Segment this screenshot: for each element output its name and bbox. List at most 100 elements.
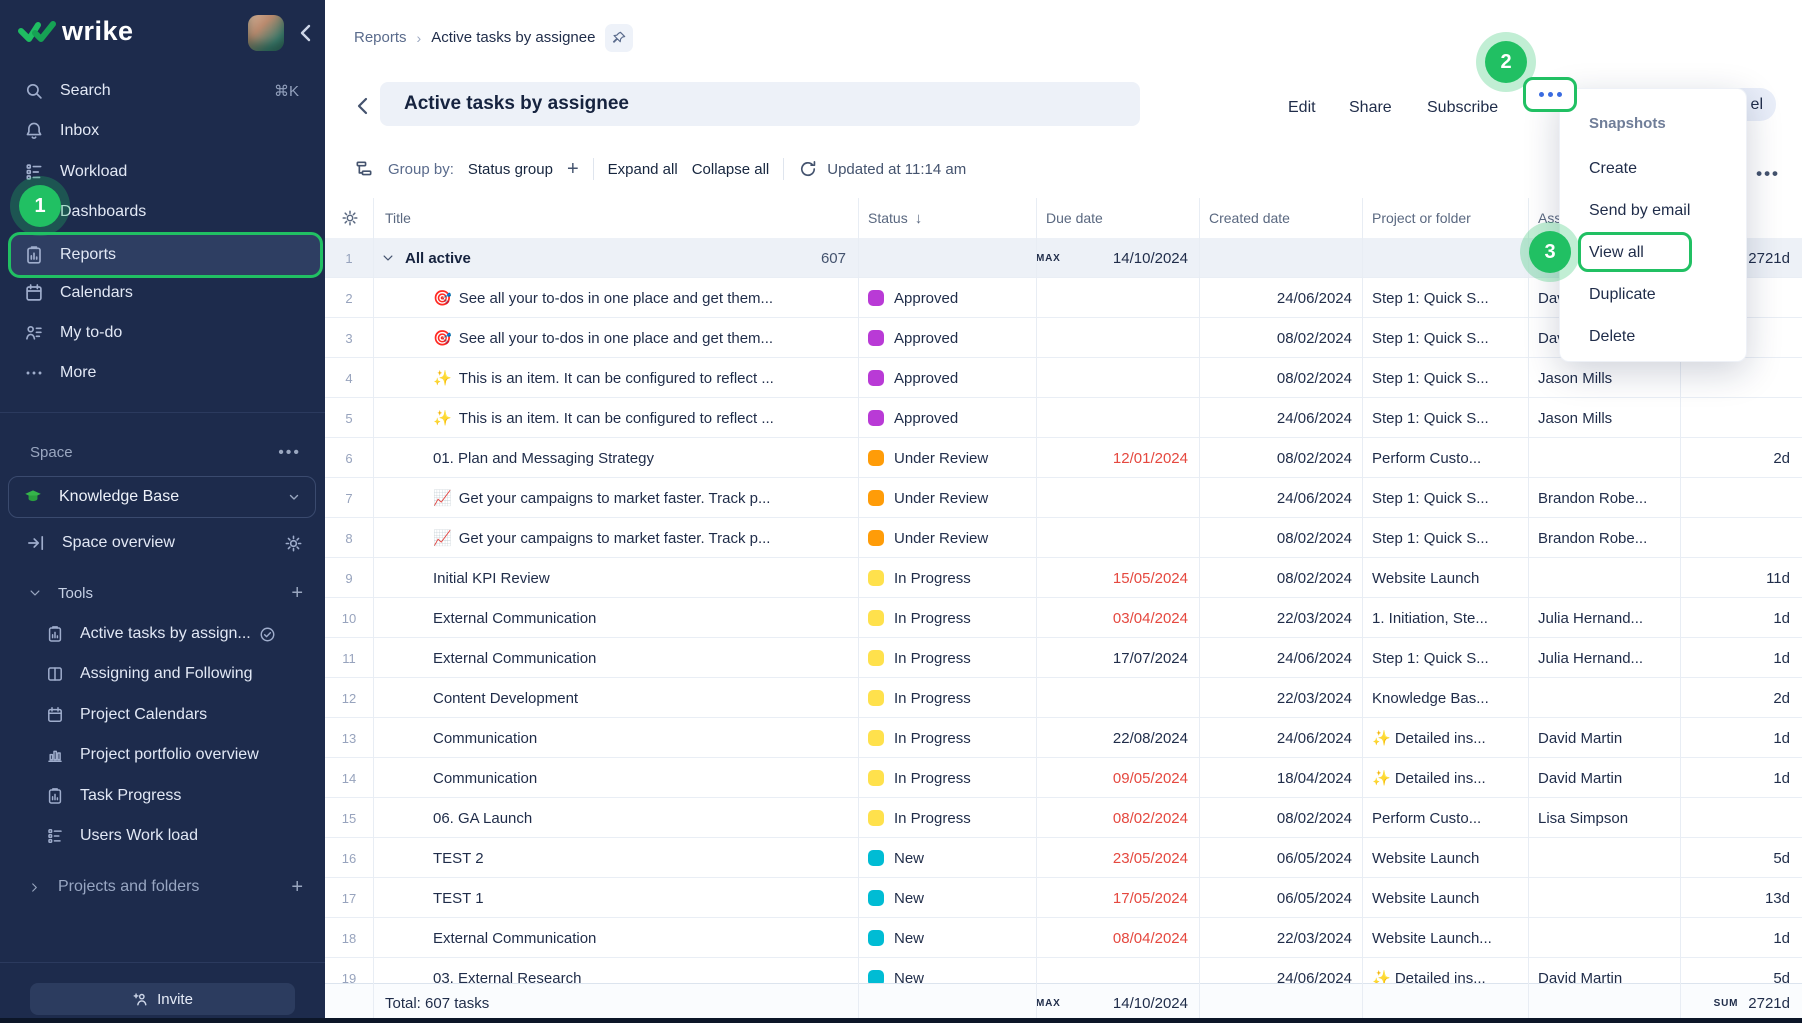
- sidebar-item-search[interactable]: Search⌘K: [8, 71, 317, 111]
- column-header-title[interactable]: Title: [385, 198, 411, 238]
- assignee[interactable]: Julia Hernand...: [1538, 638, 1688, 678]
- column-header-due-date[interactable]: Due date: [1046, 198, 1103, 238]
- assignee[interactable]: Brandon Robe...: [1538, 478, 1688, 518]
- sidebar-tool-active-tasks-by-assign[interactable]: Active tasks by assign...: [46, 614, 325, 654]
- project-or-folder[interactable]: Step 1: Quick S...: [1372, 278, 1538, 318]
- report-more-button[interactable]: [1523, 77, 1577, 112]
- assignee[interactable]: Lisa Simpson: [1538, 798, 1688, 838]
- add-project-plus-icon[interactable]: +: [291, 876, 303, 899]
- pin-icon[interactable]: [605, 24, 633, 52]
- project-or-folder[interactable]: Website Launch: [1372, 838, 1538, 878]
- task-title[interactable]: 01. Plan and Messaging Strategy: [433, 438, 847, 478]
- task-title[interactable]: Communication: [433, 718, 847, 758]
- breadcrumb-reports[interactable]: Reports: [354, 29, 407, 46]
- column-header-project[interactable]: Project or folder: [1372, 198, 1471, 238]
- sidebar-item-calendars[interactable]: Calendars: [8, 273, 317, 313]
- menu-item-create[interactable]: Create: [1560, 153, 1748, 185]
- table-row[interactable]: 1506. GA LaunchIn Progress08/02/202408/0…: [325, 798, 1802, 838]
- task-title[interactable]: 06. GA Launch: [433, 798, 847, 838]
- task-title[interactable]: Communication: [433, 758, 847, 798]
- project-or-folder[interactable]: Step 1: Quick S...: [1372, 318, 1538, 358]
- sidebar-group-tools[interactable]: Tools +: [0, 573, 325, 613]
- table-row[interactable]: 8📈Get your campaigns to market faster. T…: [325, 518, 1802, 558]
- add-grouping-plus-icon[interactable]: +: [567, 158, 579, 181]
- toolbar-overflow-icon[interactable]: •••: [1756, 164, 1780, 184]
- table-row[interactable]: 16TEST 2New23/05/202406/05/2024Website L…: [325, 838, 1802, 878]
- status-cell[interactable]: In Progress: [868, 638, 1031, 678]
- task-title[interactable]: Initial KPI Review: [433, 558, 847, 598]
- task-title[interactable]: 03. External Research: [433, 958, 847, 983]
- status-cell[interactable]: Approved: [868, 318, 1031, 358]
- project-or-folder[interactable]: Knowledge Bas...: [1372, 678, 1538, 718]
- status-cell[interactable]: In Progress: [868, 758, 1031, 798]
- avatar[interactable]: [248, 15, 284, 51]
- project-or-folder[interactable]: Step 1: Quick S...: [1372, 398, 1538, 438]
- status-cell[interactable]: In Progress: [868, 678, 1031, 718]
- sidebar-item-more[interactable]: More: [8, 353, 317, 393]
- task-title[interactable]: TEST 1: [433, 878, 847, 918]
- table-row[interactable]: 5✨This is an item. It can be configured …: [325, 398, 1802, 438]
- project-or-folder[interactable]: Perform Custo...: [1372, 438, 1538, 478]
- table-row[interactable]: 14CommunicationIn Progress09/05/202418/0…: [325, 758, 1802, 798]
- column-header-status[interactable]: Status↓: [868, 198, 922, 238]
- share-button[interactable]: Share: [1349, 75, 1392, 140]
- table-row[interactable]: 7📈Get your campaigns to market faster. T…: [325, 478, 1802, 518]
- project-or-folder[interactable]: ✨ Detailed ins...: [1372, 758, 1538, 798]
- sidebar-tool-task-progress[interactable]: Task Progress: [46, 776, 325, 816]
- status-cell[interactable]: Approved: [868, 398, 1031, 438]
- report-title-input[interactable]: Active tasks by assignee: [380, 82, 1140, 126]
- table-row[interactable]: 11External CommunicationIn Progress17/07…: [325, 638, 1802, 678]
- sidebar-tool-users-work-load[interactable]: Users Work load: [46, 816, 325, 856]
- status-cell[interactable]: In Progress: [868, 598, 1031, 638]
- table-row[interactable]: 9Initial KPI ReviewIn Progress15/05/2024…: [325, 558, 1802, 598]
- status-cell[interactable]: In Progress: [868, 798, 1031, 838]
- project-or-folder[interactable]: Step 1: Quick S...: [1372, 638, 1538, 678]
- status-cell[interactable]: Approved: [868, 358, 1031, 398]
- invite-button[interactable]: Invite: [30, 983, 295, 1015]
- task-title[interactable]: 📈Get your campaigns to market faster. Tr…: [433, 518, 847, 558]
- task-title[interactable]: 🎯See all your to-dos in one place and ge…: [433, 278, 847, 318]
- expand-all-button[interactable]: Expand all: [608, 161, 678, 178]
- project-or-folder[interactable]: Website Launch...: [1372, 918, 1538, 958]
- status-cell[interactable]: New: [868, 878, 1031, 918]
- task-title[interactable]: Content Development: [433, 678, 847, 718]
- menu-item-delete[interactable]: Delete: [1560, 321, 1748, 353]
- task-title[interactable]: 📈Get your campaigns to market faster. Tr…: [433, 478, 847, 518]
- table-row[interactable]: 1903. External ResearchNew24/06/2024✨ De…: [325, 958, 1802, 983]
- assignee[interactable]: David Martin: [1538, 718, 1688, 758]
- status-cell[interactable]: Approved: [868, 278, 1031, 318]
- table-row[interactable]: 12Content DevelopmentIn Progress22/03/20…: [325, 678, 1802, 718]
- sidebar-tool-project-portfolio-overview[interactable]: Project portfolio overview: [46, 735, 325, 775]
- project-or-folder[interactable]: Step 1: Quick S...: [1372, 358, 1538, 398]
- subscribe-button[interactable]: Subscribe: [1427, 75, 1498, 140]
- sidebar-item-inbox[interactable]: Inbox: [8, 111, 317, 151]
- status-cell[interactable]: New: [868, 958, 1031, 983]
- project-or-folder[interactable]: Website Launch: [1372, 558, 1538, 598]
- table-settings-gear-icon[interactable]: [341, 209, 359, 227]
- back-chevron-icon[interactable]: [355, 95, 373, 119]
- table-row[interactable]: 18External CommunicationNew08/04/202422/…: [325, 918, 1802, 958]
- sidebar-group-projects-and-folders[interactable]: Projects and folders +: [0, 867, 325, 907]
- task-title[interactable]: External Communication: [433, 918, 847, 958]
- table-row[interactable]: 17TEST 1New17/05/202406/05/2024Website L…: [325, 878, 1802, 918]
- table-row[interactable]: 10External CommunicationIn Progress03/04…: [325, 598, 1802, 638]
- task-title[interactable]: 🎯See all your to-dos in one place and ge…: [433, 318, 847, 358]
- menu-item-duplicate[interactable]: Duplicate: [1560, 279, 1748, 311]
- column-header-created-date[interactable]: Created date: [1209, 198, 1290, 238]
- task-title[interactable]: External Communication: [433, 638, 847, 678]
- sidebar-item-my-to-do[interactable]: My to-do: [8, 313, 317, 353]
- status-cell[interactable]: Under Review: [868, 518, 1031, 558]
- table-row[interactable]: 4✨This is an item. It can be configured …: [325, 358, 1802, 398]
- space-more-icon[interactable]: •••: [278, 444, 301, 462]
- status-cell[interactable]: Under Review: [868, 438, 1031, 478]
- sidebar-tool-assigning-and-following[interactable]: Assigning and Following: [46, 654, 325, 694]
- assignee[interactable]: Brandon Robe...: [1538, 518, 1688, 558]
- sidebar-item-reports[interactable]: Reports: [8, 232, 323, 278]
- sidebar-item-workload[interactable]: Workload: [8, 152, 317, 192]
- collapse-all-button[interactable]: Collapse all: [692, 161, 770, 178]
- task-title[interactable]: External Communication: [433, 598, 847, 638]
- table-row[interactable]: 13CommunicationIn Progress22/08/202424/0…: [325, 718, 1802, 758]
- space-selector[interactable]: Knowledge Base: [8, 476, 316, 518]
- project-or-folder[interactable]: Step 1: Quick S...: [1372, 478, 1538, 518]
- assignee[interactable]: David Martin: [1538, 958, 1688, 983]
